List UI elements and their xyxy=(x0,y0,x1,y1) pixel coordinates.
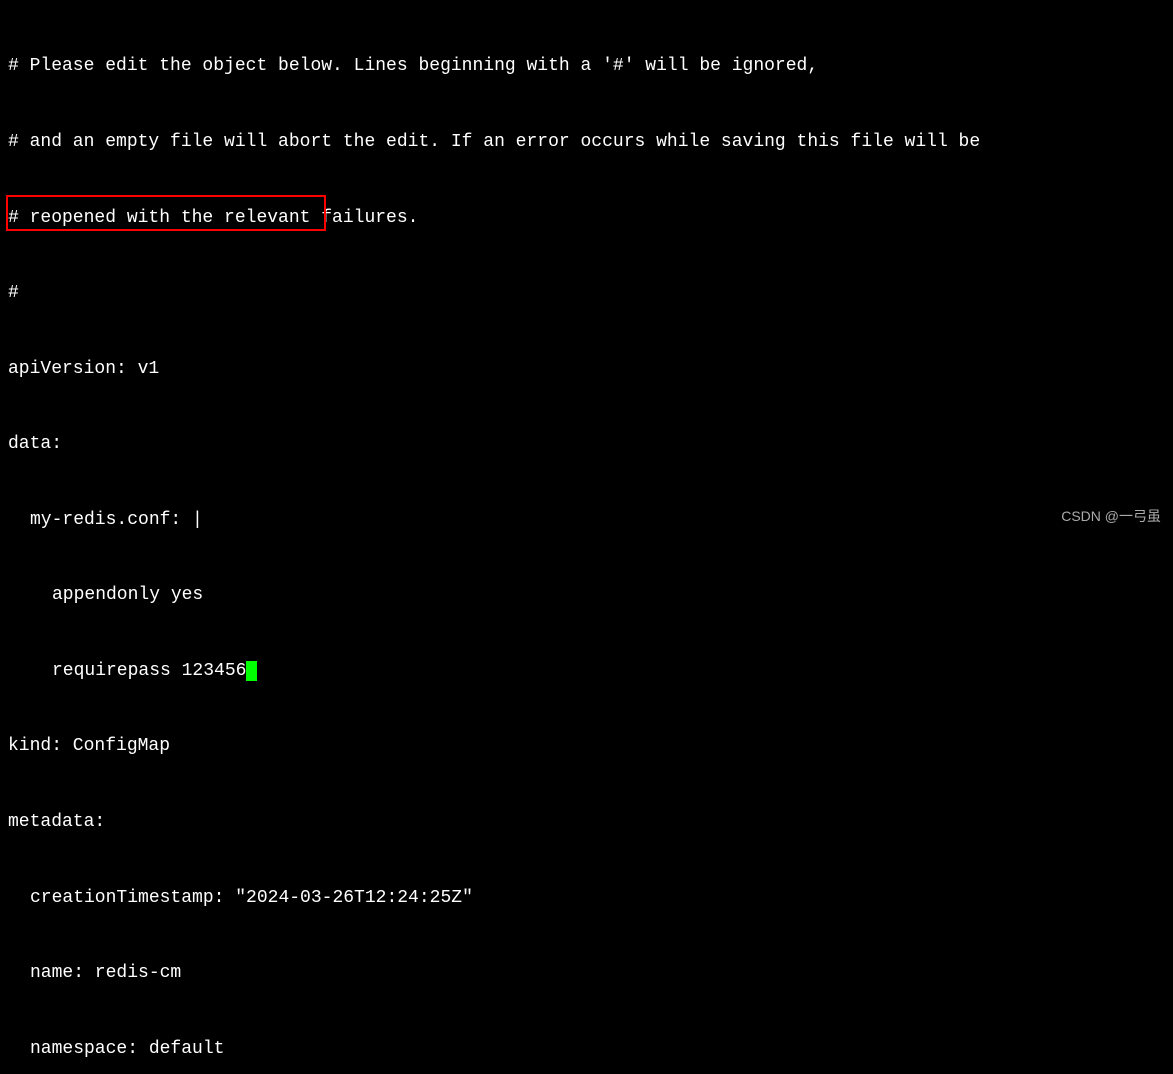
yaml-metadata-key: metadata: xyxy=(8,810,1165,835)
yaml-appendonly: appendonly yes xyxy=(8,583,1165,608)
comment-line: # xyxy=(8,281,1165,306)
yaml-conf-key: my-redis.conf: | xyxy=(8,508,1165,533)
yaml-requirepass: requirepass 123456 xyxy=(8,659,1165,684)
yaml-name: name: redis-cm xyxy=(8,961,1165,986)
cursor-block xyxy=(246,661,257,681)
requirepass-text: requirepass 123456 xyxy=(52,661,246,681)
comment-line: # Please edit the object below. Lines be… xyxy=(8,54,1165,79)
yaml-kind: kind: ConfigMap xyxy=(8,734,1165,759)
comment-line: # reopened with the relevant failures. xyxy=(8,206,1165,231)
watermark-text: CSDN @一弓虽 xyxy=(1061,507,1161,527)
terminal-editor[interactable]: # Please edit the object below. Lines be… xyxy=(8,4,1165,1074)
yaml-creation-timestamp: creationTimestamp: "2024-03-26T12:24:25Z… xyxy=(8,886,1165,911)
yaml-namespace: namespace: default xyxy=(8,1037,1165,1062)
yaml-data-key: data: xyxy=(8,432,1165,457)
yaml-apiversion: apiVersion: v1 xyxy=(8,357,1165,382)
comment-line: # and an empty file will abort the edit.… xyxy=(8,130,1165,155)
